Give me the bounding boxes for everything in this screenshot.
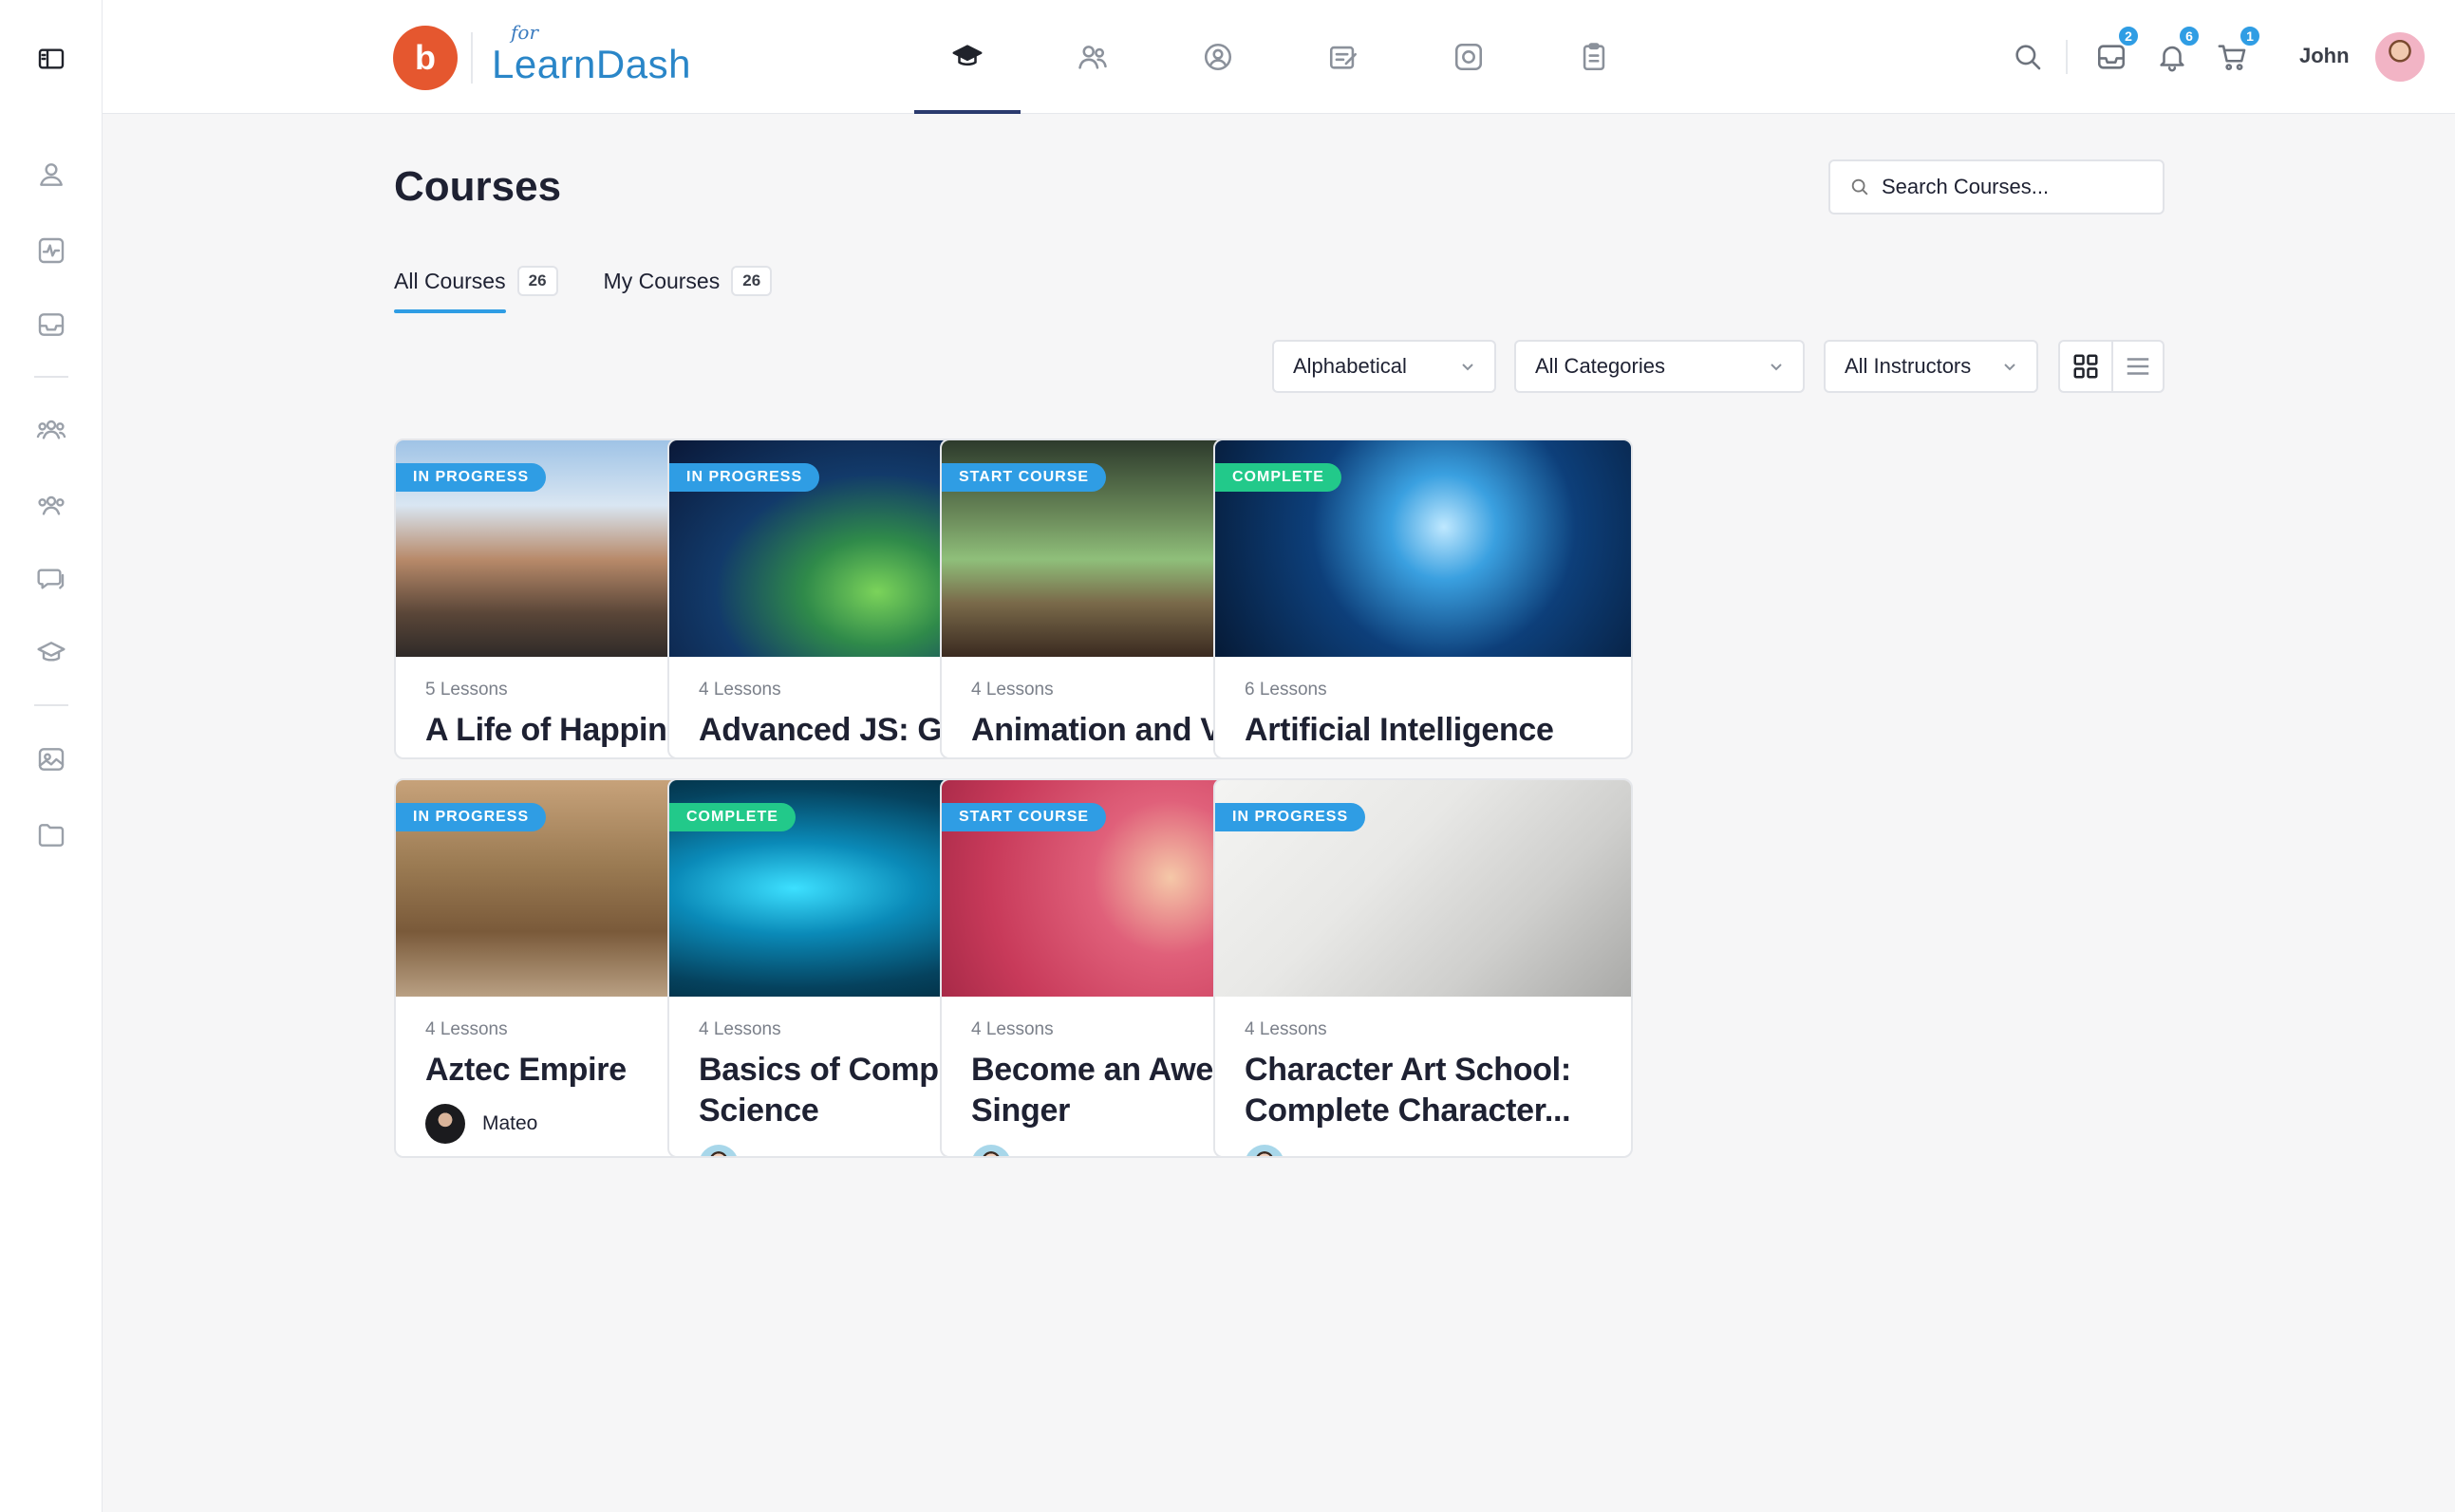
activity-icon[interactable] — [28, 228, 74, 273]
nav-photos[interactable] — [1406, 0, 1531, 114]
top-header: b for LearnDash 2 6 1 John — [103, 0, 2455, 114]
category-select[interactable]: All Categories — [1514, 340, 1805, 393]
order-select[interactable]: Alphabetical — [1272, 340, 1496, 393]
buddyboss-logo-icon: b — [393, 26, 458, 90]
messages-badge: 2 — [2117, 25, 2140, 47]
list-icon — [2127, 358, 2149, 375]
instructor-name: Sana — [1302, 1153, 1348, 1156]
lesson-count: 4 Lessons — [1245, 1019, 1327, 1039]
grid-icon — [2073, 354, 2098, 379]
avatar — [1245, 1145, 1284, 1156]
search-icon — [1851, 178, 1868, 196]
graduation-cap-icon — [952, 45, 983, 66]
tab-label: My Courses — [603, 268, 721, 293]
logo-name: LearnDash — [492, 42, 691, 86]
status-badge: IN PROGRESS — [669, 463, 820, 492]
groups-icon[interactable] — [28, 406, 74, 452]
course-title[interactable]: Artificial Intelligence — [1245, 710, 1602, 751]
courses-icon[interactable] — [28, 630, 74, 676]
messages-button[interactable]: 2 — [2092, 25, 2140, 76]
nav-forums[interactable] — [1281, 0, 1406, 114]
notifications-button[interactable]: 6 — [2153, 25, 2201, 76]
count-badge: 26 — [516, 266, 558, 296]
lesson-count: 6 Lessons — [1245, 680, 1327, 700]
instructor-name: Sana — [756, 1153, 802, 1156]
status-badge: COMPLETE — [1215, 463, 1341, 492]
status-badge: COMPLETE — [669, 803, 796, 831]
avatar — [425, 1104, 465, 1144]
main-nav — [905, 0, 1657, 114]
page-title: Courses — [394, 163, 562, 210]
order-select-value: Alphabetical — [1293, 354, 1407, 378]
left-rail — [0, 0, 103, 1512]
tab-label: All Courses — [394, 268, 506, 293]
count-badge: 26 — [731, 266, 773, 296]
status-badge: START COURSE — [942, 463, 1107, 492]
course-search[interactable] — [1828, 159, 2165, 215]
nav-profile[interactable] — [1155, 0, 1281, 114]
members-icon[interactable] — [28, 482, 74, 528]
list-view-button[interactable] — [2111, 342, 2163, 391]
status-badge: IN PROGRESS — [396, 463, 547, 492]
course-thumbnail[interactable]: IN PROGRESS — [1215, 780, 1631, 997]
instructor-name: Mateo — [482, 1112, 538, 1134]
view-toggle — [2058, 340, 2165, 393]
grid-view-button[interactable] — [2060, 342, 2111, 391]
user-circle-icon — [1204, 43, 1232, 71]
photos-icon[interactable] — [28, 737, 74, 782]
status-badge: IN PROGRESS — [1215, 803, 1366, 831]
avatar — [699, 1145, 739, 1156]
search-button[interactable] — [2009, 38, 2047, 76]
nav-members[interactable] — [1030, 0, 1155, 114]
course-card[interactable]: COMPLETE 6 Lessons Artificial Intelligence… — [1213, 439, 1633, 759]
tab-all-courses[interactable]: All Courses 26 — [394, 266, 558, 313]
course-card[interactable]: IN PROGRESS 4 Lessons Character Art School… — [1213, 778, 1633, 1158]
course-title[interactable]: Character Art School: Complete Character… — [1245, 1050, 1602, 1131]
sidebar-toggle-icon[interactable] — [28, 36, 74, 82]
instructor-select[interactable]: All Instructors — [1824, 340, 2038, 393]
chevron-down-icon — [2004, 364, 2015, 371]
course-search-input[interactable] — [1882, 175, 2147, 199]
users-icon — [1078, 46, 1107, 69]
tab-my-courses[interactable]: My Courses 26 — [604, 266, 773, 313]
notes-icon — [1329, 46, 1358, 69]
nav-documents[interactable] — [1531, 0, 1657, 114]
instructor-select-value: All Instructors — [1845, 354, 1972, 378]
search-icon — [2015, 45, 2041, 70]
course-tabs: All Courses 26 My Courses 26 — [394, 266, 817, 313]
course-instructor[interactable]: Sana — [1245, 1145, 1602, 1156]
inbox-icon[interactable] — [28, 302, 74, 347]
header-username[interactable]: John — [2299, 44, 2350, 68]
profile-icon[interactable] — [28, 152, 74, 197]
cart-button[interactable]: 1 — [2214, 25, 2261, 76]
documents-icon[interactable] — [28, 812, 74, 858]
cart-badge: 1 — [2239, 25, 2261, 47]
notifications-badge: 6 — [2178, 25, 2201, 47]
camera-icon — [1454, 43, 1483, 71]
status-badge: IN PROGRESS — [396, 803, 547, 831]
course-thumbnail[interactable]: COMPLETE — [1215, 440, 1631, 657]
logo-for-text: for — [511, 21, 539, 44]
chevron-down-icon — [1462, 364, 1473, 371]
status-badge: START COURSE — [942, 803, 1107, 831]
nav-courses[interactable] — [905, 0, 1030, 114]
header-avatar[interactable] — [2373, 30, 2427, 84]
instructor-name: Sana — [1028, 1153, 1075, 1156]
site-logo[interactable]: b for LearnDash — [393, 21, 691, 90]
chevron-down-icon — [1771, 364, 1782, 371]
avatar — [971, 1145, 1011, 1156]
forums-icon[interactable] — [28, 556, 74, 602]
clipboard-icon — [1583, 43, 1605, 71]
logo-letter: b — [415, 38, 436, 77]
category-select-value: All Categories — [1535, 354, 1665, 378]
